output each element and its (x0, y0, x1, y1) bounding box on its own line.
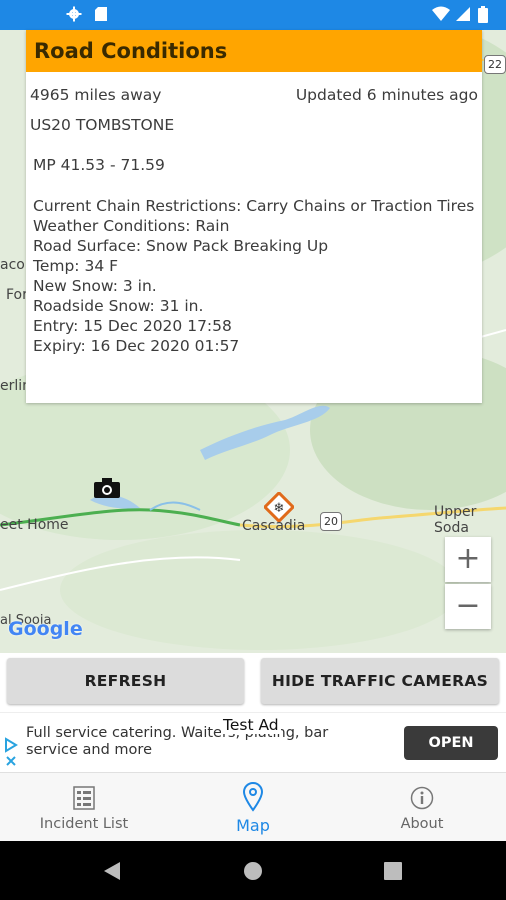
gear-icon (66, 6, 82, 22)
detail-line: Temp: 34 F (33, 257, 119, 275)
system-nav-bar (0, 841, 506, 900)
sd-card-icon (95, 7, 107, 21)
home-icon[interactable] (243, 861, 263, 881)
route-shield: 20 (320, 512, 342, 531)
status-bar (0, 0, 506, 30)
tab-about[interactable]: About (338, 773, 506, 842)
wifi-icon (432, 6, 450, 21)
info-icon (410, 786, 434, 810)
tab-incident-list[interactable]: Incident List (0, 773, 168, 842)
detail-line: Current Chain Restrictions: Carry Chains… (33, 197, 475, 215)
signal-icon (456, 7, 470, 21)
snowflake-warning-icon: ❄ (262, 490, 296, 524)
tab-label: Incident List (39, 816, 129, 832)
ad-text: Full service catering. Waiters, plating,… (26, 725, 329, 758)
hide-traffic-cameras-button[interactable]: HIDE TRAFFIC CAMERAS (261, 658, 499, 704)
tab-label: About (400, 816, 444, 832)
detail-line: Roadside Snow: 31 in. (33, 297, 204, 315)
distance-text: 4965 miles away (30, 86, 162, 104)
svg-text:❄: ❄ (274, 501, 285, 516)
tab-label: Map (236, 816, 270, 835)
map-pin-icon (242, 782, 264, 812)
road-name: US20 TOMBSTONE (30, 116, 175, 134)
zoom-in-button[interactable]: + (445, 537, 491, 582)
recents-icon[interactable] (384, 862, 402, 880)
detail-line: New Snow: 3 in. (33, 277, 157, 295)
camera-icon (94, 478, 120, 498)
ad-open-button[interactable]: OPEN (404, 726, 498, 760)
detail-line: Road Surface: Snow Pack Breaking Up (33, 237, 329, 255)
list-icon (73, 786, 95, 810)
road-conditions-popup: Road Conditions 4965 miles away Updated … (26, 30, 482, 403)
ad-banner[interactable]: Full service catering. Waiters, plating,… (0, 712, 506, 773)
map-label: For (6, 287, 28, 303)
back-icon[interactable] (102, 861, 122, 881)
tab-map[interactable]: Map (169, 773, 337, 842)
map-label: eet Home (0, 517, 69, 533)
popup-title: Road Conditions (26, 30, 482, 72)
map-label: Upper Soda (434, 504, 477, 536)
action-bar: REFRESH HIDE TRAFFIC CAMERAS (0, 653, 506, 711)
traffic-camera-marker[interactable] (93, 477, 121, 499)
adchoices-icon[interactable] (4, 737, 18, 771)
road-condition-marker[interactable]: ❄ (262, 490, 296, 524)
detail-line: Weather Conditions: Rain (33, 217, 230, 235)
test-ad-label: Test Ad (221, 716, 281, 734)
detail-line: Expiry: 16 Dec 2020 01:57 (33, 337, 240, 355)
refresh-button[interactable]: REFRESH (7, 658, 244, 704)
route-shield: 22 (484, 55, 506, 74)
google-logo: Google (8, 618, 83, 640)
battery-icon (478, 6, 488, 23)
updated-text: Updated 6 minutes ago (295, 86, 478, 104)
zoom-out-button[interactable]: − (445, 584, 491, 629)
bottom-tab-bar: Incident List Map About (0, 772, 506, 842)
detail-line: Entry: 15 Dec 2020 17:58 (33, 317, 232, 335)
milepost: MP 41.53 - 71.59 (33, 156, 165, 174)
